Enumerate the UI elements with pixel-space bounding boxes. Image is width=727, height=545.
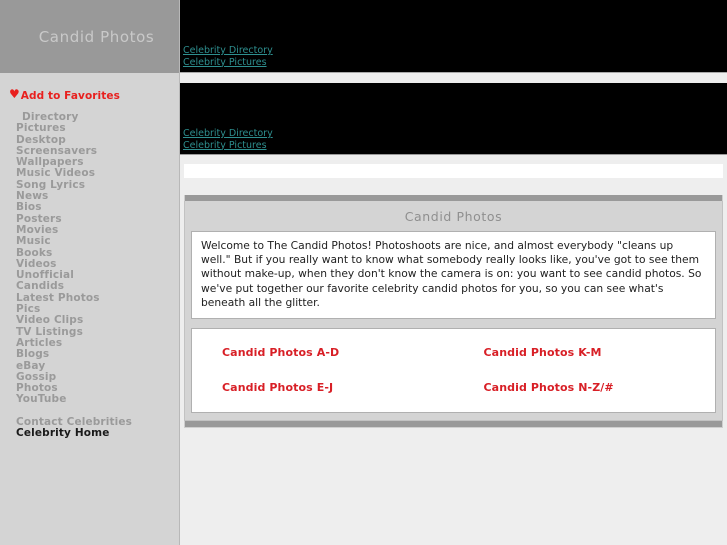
sidebar-item-bios[interactable]: Bios [16, 202, 179, 214]
category-links-box: Candid Photos A-D Candid Photos K-M Candid… [191, 328, 716, 414]
banner-link-celebrity-pictures[interactable]: Celebrity Pictures [183, 57, 727, 69]
sidebar-item-pictures[interactable]: Pictures [16, 122, 179, 134]
sidebar-item-latest-photos[interactable]: Latest Photos [16, 292, 179, 304]
sidebar-nav: Directory Pictures Desktop Screensavers Wall… [0, 111, 179, 439]
category-link-candid-photos-n-z-[interactable]: Candid Photos N-Z/# [454, 381, 716, 394]
content-panel: Candid Photos Welcome to The Candid Phot… [184, 195, 723, 429]
banner-link-celebrity-directory[interactable]: Celebrity Directory [183, 45, 727, 57]
sidebar-item-video-clips[interactable]: Video Clips [16, 315, 179, 327]
sidebar-item-youtube[interactable]: YouTube [16, 394, 179, 406]
panel-body: Candid Photos Welcome to The Candid Phot… [184, 201, 723, 422]
main-content: Celebrity Directory Celebrity Pictures C… [180, 0, 727, 545]
intro-text: Welcome to The Candid Photos! Photoshoot… [191, 231, 716, 320]
banner2-link-celebrity-directory[interactable]: Celebrity Directory [183, 128, 727, 140]
sidebar-item-music[interactable]: Music [16, 235, 179, 247]
banner2-link-celebrity-pictures[interactable]: Celebrity Pictures [183, 140, 727, 152]
category-link-candid-photos-a-d[interactable]: Candid Photos A-D [192, 346, 454, 359]
sidebar-item-blogs[interactable]: Blogs [16, 348, 179, 360]
category-link-candid-photos-e-j[interactable]: Candid Photos E-J [192, 381, 454, 394]
page-title: Candid Photos [38, 27, 155, 46]
white-separator-strip [184, 164, 723, 178]
second-banner-ad: Celebrity Directory Celebrity Pictures [180, 83, 727, 155]
add-to-favorites-button[interactable]: ♥ Add to Favorites [0, 73, 179, 112]
site-header: Candid Photos [0, 0, 179, 73]
top-banner-ad: Celebrity Directory Celebrity Pictures [180, 0, 727, 73]
sidebar-item-celebrity-home[interactable]: Celebrity Home [16, 427, 179, 439]
page-root: Candid Photos ♥ Add to Favorites Directo… [0, 0, 727, 545]
category-link-candid-photos-k-m[interactable]: Candid Photos K-M [454, 346, 716, 359]
sidebar: Candid Photos ♥ Add to Favorites Directo… [0, 0, 180, 545]
panel-heading: Candid Photos [404, 209, 503, 224]
heart-icon: ♥ [9, 87, 20, 101]
add-to-favorites-label: Add to Favorites [20, 90, 120, 102]
category-links-grid: Candid Photos A-D Candid Photos K-M Candid… [192, 346, 715, 394]
panel-bottom-bar [184, 421, 723, 429]
